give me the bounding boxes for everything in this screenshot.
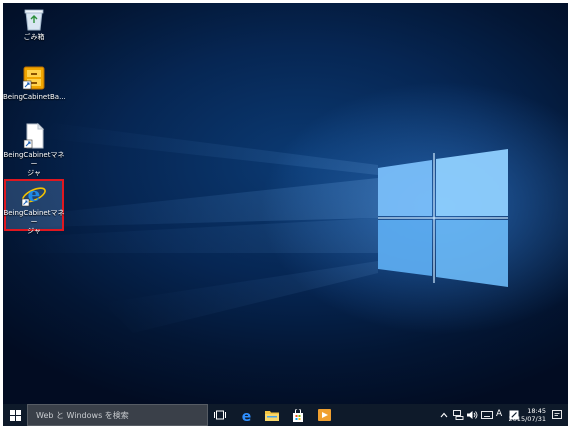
wallpaper-beams: [3, 123, 508, 333]
desktop-icon-beingcabinet-ba[interactable]: BeingCabinetBa...: [3, 65, 66, 102]
beingcabinet-ba-label: BeingCabinetBa...: [3, 93, 66, 101]
media-player-button[interactable]: [312, 404, 336, 426]
edge-button[interactable]: e: [234, 404, 258, 426]
desktop-icon-recycle-bin[interactable]: ごみ箱: [3, 7, 65, 42]
desktop-icon-beingcabinet-manager-doc[interactable]: BeingCabinetマネー ジャ: [3, 123, 65, 178]
clock[interactable]: 18:45 2015/07/31: [509, 407, 546, 423]
chevron-up-icon[interactable]: [440, 412, 448, 418]
clock-time: 18:45: [527, 407, 546, 415]
desktop-icon-beingcabinet-manager-ie[interactable]: e BeingCabinetマネー ジャ: [3, 183, 65, 236]
beingcabinet-manager-doc-label-1: BeingCabinetマネー: [3, 151, 65, 168]
beingcabinet-manager-doc-label-2: ジャ: [27, 169, 41, 177]
store-button[interactable]: [286, 404, 310, 426]
search-box[interactable]: Web と Windows を検索: [27, 404, 208, 426]
network-icon[interactable]: [453, 410, 464, 420]
keyboard-icon[interactable]: [481, 411, 493, 419]
store-bag-icon: [293, 408, 303, 422]
desktop: ごみ箱 BeingCabinetBa... BeingCabinetマネー ジャ: [3, 3, 568, 426]
taskbar: Web と Windows を検索 e A 18:45 2015/07/31: [3, 404, 568, 426]
search-placeholder: Web と Windows を検索: [36, 411, 129, 420]
media-play-icon: [317, 409, 331, 421]
clock-date: 2015/07/31: [508, 415, 546, 423]
beingcabinet-manager-ie-label-1: BeingCabinetマネー: [3, 209, 65, 226]
start-button[interactable]: [3, 404, 27, 426]
windows-logo-icon: [9, 409, 21, 421]
folder-icon: [265, 410, 279, 421]
recycle-bin-label: ごみ箱: [23, 33, 45, 41]
volume-icon[interactable]: [467, 410, 478, 420]
task-view-button[interactable]: [208, 404, 232, 426]
svg-text:e: e: [241, 409, 251, 422]
edge-icon: e: [241, 409, 251, 422]
beingcabinet-app-icon: [22, 66, 45, 90]
recycle-bin-icon: [24, 9, 44, 31]
file-explorer-button[interactable]: [260, 404, 284, 426]
action-center-icon[interactable]: [552, 410, 562, 420]
beingcabinet-manager-ie-label-2: ジャ: [27, 227, 41, 235]
internet-explorer-icon: e: [21, 183, 46, 207]
task-view-icon: [214, 410, 226, 420]
document-shortcut-icon: [23, 123, 45, 149]
ime-mode-indicator[interactable]: A: [496, 409, 502, 419]
svg-text:e: e: [28, 183, 41, 206]
